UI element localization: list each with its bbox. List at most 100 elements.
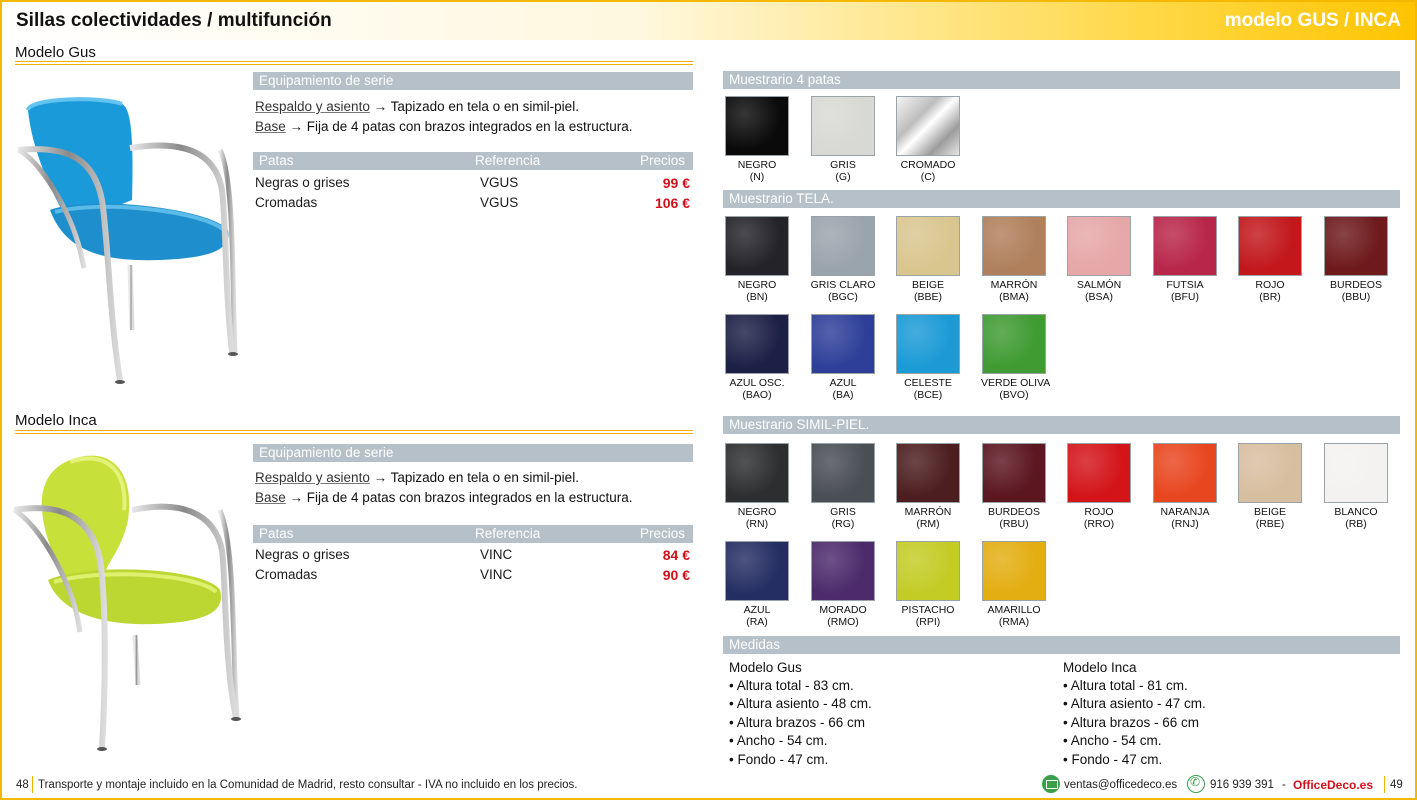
swatch-code: (RB) (1345, 518, 1367, 530)
swatch-name: ROJO (1255, 279, 1285, 291)
swatch-color-box (1067, 216, 1131, 276)
color-swatch: GRIS CLARO (BGC) (810, 216, 876, 303)
patas-section-title: Muestrario 4 patas (729, 72, 841, 87)
swatch-color-box (725, 96, 789, 156)
color-swatch: BURDEOS (RBU) (981, 443, 1047, 530)
row-patas: Negras o grises (255, 175, 350, 190)
footer: 48 Transporte y montaje incluido en la C… (0, 772, 1417, 798)
color-swatch: NEGRO (BN) (724, 216, 790, 303)
simil-section-title: Muestrario SIMIL-PIEL. (729, 417, 870, 432)
medidas-gus-title: Modelo Gus (729, 660, 802, 675)
swatch-name: MARRÓN (904, 506, 952, 518)
inca-divider (15, 430, 693, 434)
table-row: Negras o grises VGUS 99 € (255, 175, 692, 195)
swatch-code: (RM) (916, 518, 940, 530)
row-precio: 106 € (654, 195, 690, 211)
medidas-gus-item: • Altura brazos - 66 cm (729, 715, 866, 730)
medidas-gus-item: • Ancho - 54 cm. (729, 733, 828, 748)
footer-separator (32, 776, 33, 793)
swatch-name: BURDEOS (988, 506, 1040, 518)
swatch-code: (BR) (1259, 291, 1281, 303)
swatch-code: (BCE) (913, 389, 943, 401)
swatch-name: NEGRO (737, 159, 777, 171)
swatch-code: (N) (749, 171, 765, 183)
footer-phone[interactable]: 916 939 391 (1210, 779, 1274, 791)
row-ref: VINC (480, 567, 513, 582)
swatch-code: (BSA) (1084, 291, 1113, 303)
swatch-code: (RBE) (1255, 518, 1285, 530)
color-swatch: FUTSIA (BFU) (1152, 216, 1218, 303)
footer-dash: - (1282, 779, 1286, 791)
color-swatch: NARANJA (RNJ) (1152, 443, 1218, 530)
swatch-color-box (811, 314, 875, 374)
gus-col-precios: Precios (639, 153, 685, 168)
inca-chair-image (12, 455, 241, 751)
gus-respaldo-link[interactable]: Respaldo y asiento (255, 99, 370, 114)
inca-equip-title: Equipamiento de serie (259, 445, 394, 460)
color-swatch: AMARILLO (RMA) (981, 541, 1047, 628)
table-row: Negras o grises VINC 84 € (255, 547, 692, 567)
swatch-code: (RA) (746, 616, 768, 628)
inca-base-link[interactable]: Base (255, 490, 286, 505)
swatch-color-box (725, 443, 789, 503)
swatch-code: (RMO) (827, 616, 859, 628)
inca-base-text: → Fija de 4 patas con brazos integrados … (285, 490, 633, 505)
color-swatch: GRIS (RG) (810, 443, 876, 530)
inca-spec-2: Base → Fija de 4 patas con brazos integr… (255, 490, 632, 505)
medidas-inca-item: • Fondo - 47 cm. (1063, 752, 1163, 767)
swatch-name: NARANJA (1160, 506, 1210, 518)
swatch-code: (BAO) (742, 389, 772, 401)
color-swatch: AZUL OSC. (BAO) (724, 314, 790, 401)
swatch-name: MARRÓN (990, 279, 1038, 291)
gus-table-header: Patas Referencia Precios (253, 152, 693, 170)
swatch-color-box (982, 443, 1046, 503)
row-patas: Negras o grises (255, 547, 350, 562)
color-swatch: BEIGE (BBE) (895, 216, 961, 303)
swatch-name: NEGRO (737, 279, 777, 291)
swatch-color-box (725, 314, 789, 374)
swatch-name: AZUL (829, 377, 857, 389)
row-precio: 90 € (662, 567, 690, 583)
swatch-code: (RG) (831, 518, 855, 530)
swatch-name: CROMADO (900, 159, 956, 171)
color-swatch: MARRÓN (BMA) (981, 216, 1047, 303)
gus-equip-title: Equipamiento de serie (259, 73, 394, 88)
swatch-color-box (1238, 443, 1302, 503)
color-swatch: MORADO (RMO) (810, 541, 876, 628)
row-precio: 99 € (662, 175, 690, 191)
gus-respaldo-text: → Tapizado en tela o en simil-piel. (369, 99, 579, 114)
footer-email-link[interactable]: ventas@officedeco.es (1064, 779, 1177, 791)
footer-note: Transporte y montaje incluido en la Comu… (38, 779, 578, 791)
swatch-color-box (811, 541, 875, 601)
swatch-code: (BVO) (999, 389, 1029, 401)
medidas-section-bar: Medidas (723, 636, 1400, 654)
swatch-code: (G) (835, 171, 851, 183)
medidas-inca-item: • Altura asiento - 47 cm. (1063, 696, 1206, 711)
color-swatch: ROJO (RRO) (1066, 443, 1132, 530)
swatch-code: (BMA) (999, 291, 1029, 303)
swatch-color-box (982, 314, 1046, 374)
color-swatch: AZUL (RA) (724, 541, 790, 628)
swatch-color-box (1067, 443, 1131, 503)
row-patas: Cromadas (255, 567, 318, 582)
inca-spec-1: Respaldo y asiento → Tapizado en tela o … (255, 470, 579, 485)
gus-base-link[interactable]: Base (255, 119, 286, 134)
inca-respaldo-link[interactable]: Respaldo y asiento (255, 470, 370, 485)
inca-col-patas: Patas (259, 526, 294, 541)
model-title: modelo GUS / INCA (1224, 10, 1401, 31)
swatch-code: (RRO) (1083, 518, 1115, 530)
swatch-color-box (896, 216, 960, 276)
inca-col-precios: Precios (639, 526, 685, 541)
medidas-inca-item: • Ancho - 54 cm. (1063, 733, 1162, 748)
footer-brand-link[interactable]: OfficeDeco.es (1293, 778, 1373, 792)
row-precio: 84 € (662, 547, 690, 563)
color-swatch: BURDEOS (BBU) (1323, 216, 1389, 303)
swatch-name: FUTSIA (1166, 279, 1204, 291)
medidas-gus-item: • Altura total - 83 cm. (729, 678, 854, 693)
swatch-name: AMARILLO (987, 604, 1041, 616)
swatch-code: (RMA) (998, 616, 1030, 628)
color-swatch: AZUL (BA) (810, 314, 876, 401)
gus-equip-bar: Equipamiento de serie (253, 72, 693, 90)
swatch-code: (RPI) (915, 616, 941, 628)
table-row: Cromadas VGUS 106 € (255, 195, 692, 215)
